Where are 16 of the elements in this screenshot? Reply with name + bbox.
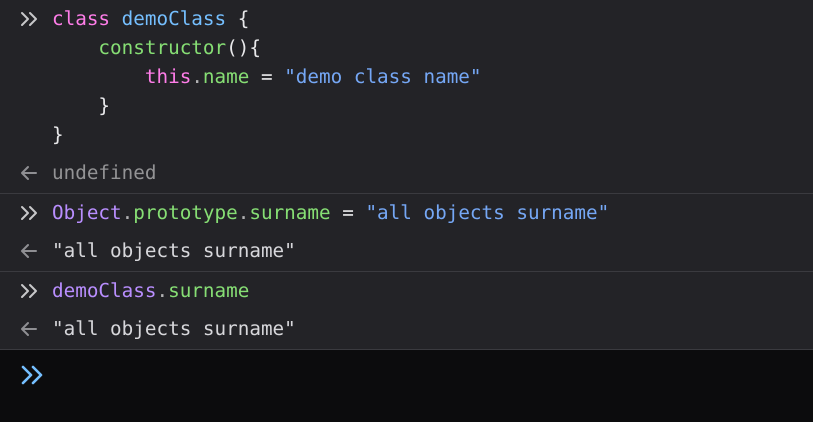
code-line: demoClass.surname: [52, 278, 250, 304]
code-line: this.name = "demo class name": [144, 64, 482, 90]
chevrons-icon: [20, 10, 40, 26]
code-line: }: [52, 122, 64, 148]
code-line: constructor(){: [97, 35, 261, 61]
arrow-left-icon: [20, 164, 38, 180]
code-line: }: [97, 93, 110, 119]
arrow-left-icon: [20, 242, 38, 258]
chevrons-icon: [20, 204, 40, 220]
chevrons-icon: [20, 282, 40, 298]
result-value: "all objects surname": [52, 238, 296, 264]
arrow-left-icon: [20, 320, 38, 336]
code-line: class demoClass {: [52, 6, 250, 32]
result-value: "all objects surname": [52, 316, 296, 342]
code-line: Object.prototype.surname = "all objects surname": [52, 200, 610, 226]
result-value: undefined: [52, 160, 156, 186]
